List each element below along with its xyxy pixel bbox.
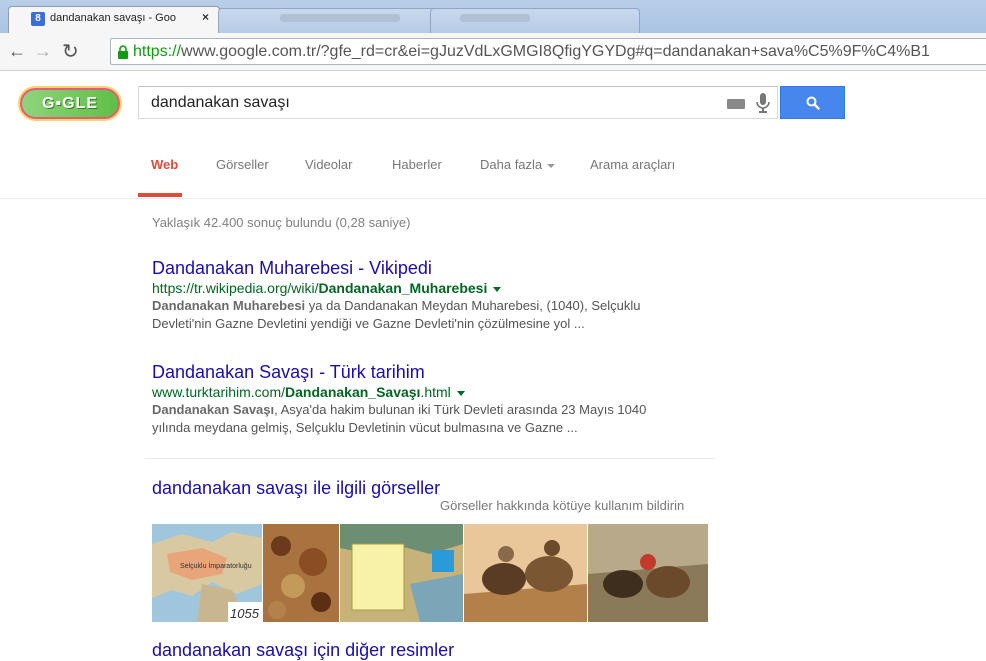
battle-scene-image [588,524,708,622]
result-snippet: Dandanakan Muharebesi ya da Dandanakan M… [152,297,722,333]
search-query-text: dandanakan savaşı [151,94,290,111]
url-bold: Dandanakan_Savaşı [285,384,421,400]
forward-arrow-icon[interactable]: → [34,41,52,62]
snippet-bold: Dandanakan Savaşı [152,402,275,417]
address-bar[interactable]: https://www.google.com.tr/?gfe_rd=cr&ei=… [110,38,986,65]
snippet-line2: yılında meydana gelmiş, Selçuklu Devleti… [152,420,578,435]
image-thumbnail-horsemen[interactable] [464,524,587,622]
search-input[interactable]: dandanakan savaşı [138,86,778,119]
search-icon [806,96,820,110]
snippet-bold: Dandanakan Muharebesi [152,298,306,313]
result-url[interactable]: www.turktarihim.com/Dandanakan_Savaşı.ht… [152,383,722,401]
browser-toolbar: ← → ↻ https://www.google.com.tr/?gfe_rd=… [0,33,986,71]
search-result: Dandanakan Muharebesi - Vikipedi https:/… [152,257,722,333]
images-section-title-link[interactable]: dandanakan savaşı ile ilgili görseller [152,478,440,499]
result-title-link[interactable]: Dandanakan Savaşı - Türk tarihim [152,361,722,383]
result-url[interactable]: https://tr.wikipedia.org/wiki/Dandanakan… [152,279,722,297]
url-prefix: www.turktarihim.com/ [152,384,286,400]
chevron-down-icon[interactable] [493,286,502,292]
search-type-tabs: Web Görseller Videolar Haberler Daha faz… [0,154,986,199]
chevron-down-icon[interactable] [456,390,465,396]
snippet-line2: Devleti'nin Gazne Devletini yendiği ve G… [152,316,585,331]
close-tab-icon[interactable]: × [202,10,209,24]
browser-tab-title: dandanakan savaşı - Goo [50,12,176,24]
browser-tab-strip: 8 dandanakan savaşı - Goo × [0,0,986,33]
url-rest: www.google.com.tr/?gfe_rd=cr&ei=gJuzVdLx… [181,43,930,60]
tab-more-label: Daha fazla [480,157,543,172]
result-snippet: Dandanakan Savaşı, Asya'da hakim bulunan… [152,401,722,437]
blurred-tab-title [460,14,530,22]
result-stats: Yaklaşık 42.400 sonuç bulundu (0,28 sani… [152,215,411,230]
image-thumbnail-battle-scene[interactable] [588,524,708,622]
images-report-link[interactable]: Görseller hakkında kötüye kullanım bildi… [440,498,684,513]
reload-icon[interactable]: ↻ [62,39,79,64]
image-thumbnail-info-map[interactable] [340,524,463,622]
search-result: Dandanakan Savaşı - Türk tarihim www.tur… [152,361,722,437]
image-thumbnail-battle-painting[interactable] [263,524,339,622]
google-header: G▪GLE dandanakan savaşı Web Görseller Vi… [0,72,986,199]
google-favicon-icon: 8 [31,12,45,26]
keyboard-icon[interactable] [727,99,745,109]
url-scheme: https:// [133,43,182,60]
tab-web[interactable]: Web [151,157,178,172]
more-images-link[interactable]: dandanakan savaşı için diğer resimler [152,640,454,661]
blurred-tab-title [280,14,400,22]
info-map-image [340,524,463,622]
image-thumbnail-map[interactable]: 1055 Selçuklu İmparatorluğu [152,524,262,622]
active-tab-indicator [138,193,182,197]
thumb-map-label: Selçuklu İmparatorluğu [180,561,252,570]
horsemen-image [464,524,587,622]
snippet-line1: ya da Dandanakan Meydan Muharebesi, (104… [305,298,641,313]
tab-videos[interactable]: Videolar [305,157,352,172]
search-button[interactable] [780,86,845,119]
thumb-year-label: 1055 [230,606,260,621]
tab-news[interactable]: Haberler [392,157,442,172]
url-text: https://www.google.com.tr/?gfe_rd=cr&ei=… [133,43,930,61]
snippet-line1: , Asya'da hakim bulunan iki Türk Devleti… [274,402,647,417]
url-prefix: https://tr.wikipedia.org/wiki/ [152,280,319,296]
chevron-down-icon [547,163,556,168]
divider [145,458,715,459]
lock-icon [118,45,128,59]
tab-images[interactable]: Görseller [216,157,269,172]
map-image: 1055 Selçuklu İmparatorluğu [152,524,262,622]
tab-search-tools[interactable]: Arama araçları [590,157,675,172]
google-doodle-logo[interactable]: G▪GLE [20,88,120,119]
tab-more[interactable]: Daha fazla [480,157,556,172]
browser-tab-active[interactable]: 8 dandanakan savaşı - Goo × [8,6,220,33]
result-title-link[interactable]: Dandanakan Muharebesi - Vikipedi [152,257,722,279]
back-arrow-icon[interactable]: ← [8,41,26,62]
painting-image [263,524,339,622]
url-bold: Dandanakan_Muharebesi [318,280,488,296]
microphone-icon[interactable] [755,92,771,114]
url-suffix: .html [420,384,451,400]
